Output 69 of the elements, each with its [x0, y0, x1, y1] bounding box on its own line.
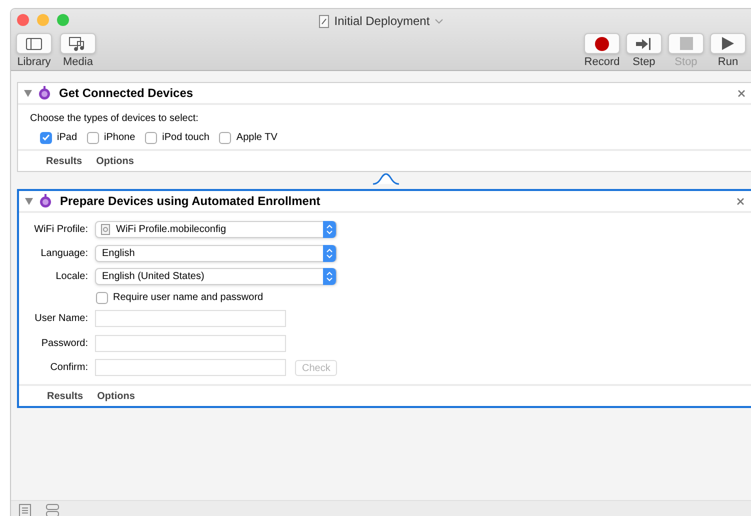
checkbox[interactable]: [219, 132, 232, 144]
text-field[interactable]: [95, 310, 286, 328]
checkbox[interactable]: [145, 132, 158, 144]
toolbar-button[interactable]: [16, 33, 52, 54]
text-field[interactable]: [95, 359, 286, 376]
field-label: Language:: [40, 246, 88, 261]
stepper-arrows-icon: [323, 221, 336, 238]
toolbar-label: Step: [632, 56, 656, 69]
action-card[interactable]: Get Connected Devices Choose the types of devices to select: iPad iPhone iPod touch Apple TV Results Options: [17, 82, 751, 172]
toolbar-button[interactable]: [60, 33, 96, 54]
text-field[interactable]: [95, 334, 286, 352]
connector-icon: [373, 173, 399, 185]
field-label: Password:: [40, 336, 88, 351]
action-footer-tab[interactable]: Options: [97, 388, 135, 404]
record-icon: [595, 36, 609, 50]
action-footer-tab[interactable]: Results: [47, 388, 84, 404]
window-title: Initial Deployment: [334, 13, 430, 30]
stepper-arrows-icon: [323, 268, 336, 286]
toolbar-button[interactable]: [584, 33, 620, 54]
close-icon[interactable]: [738, 90, 745, 96]
stepper-arrows-icon: [323, 244, 336, 262]
checkbox[interactable]: [87, 132, 100, 144]
automator-robot-icon: [39, 194, 52, 208]
checkbox-label: Require user name and password: [113, 291, 264, 305]
action-title: Prepare Devices using Automated Enrollment: [60, 193, 320, 210]
list-icon[interactable]: [19, 504, 31, 516]
rows-icon[interactable]: [46, 504, 59, 516]
toolbar-label: Record: [584, 56, 620, 69]
toolbar-button[interactable]: [626, 33, 662, 54]
action-footer-tab[interactable]: Options: [96, 154, 134, 168]
disclosure-triangle-icon[interactable]: [24, 90, 32, 96]
checkbox-label: iPad: [57, 131, 78, 145]
action-footer-tab[interactable]: Results: [46, 154, 82, 168]
popup-menu[interactable]: WiFi Profile.mobileconfig: [95, 221, 337, 238]
toolbar-label: Library: [17, 56, 51, 69]
document-icon: [101, 224, 110, 236]
chevron-down-icon[interactable]: [434, 18, 443, 24]
step-icon: [636, 38, 652, 50]
field-label: User Name:: [34, 312, 88, 326]
disclosure-triangle-icon[interactable]: [25, 198, 33, 204]
popup-value: English: [102, 246, 135, 261]
action-title: Get Connected Devices: [59, 85, 194, 102]
popup-menu[interactable]: English: [95, 244, 337, 262]
checkbox[interactable]: [96, 292, 108, 304]
popup-value: English (United States): [102, 270, 204, 284]
popup-value: WiFi Profile.mobileconfig: [116, 223, 226, 238]
field-label: Confirm:: [49, 361, 88, 376]
checkbox[interactable]: [40, 132, 52, 144]
window-control[interactable]: [17, 14, 29, 26]
toolbar-button[interactable]: [710, 33, 746, 54]
stop-icon: [680, 37, 692, 50]
toolbar-label: Media: [63, 56, 93, 69]
prompt-text: Choose the types of devices to select:: [30, 112, 200, 126]
sidebar-icon: [26, 38, 42, 50]
checkbox-label: Apple TV: [236, 131, 278, 145]
play-icon: [722, 37, 734, 50]
action-card[interactable]: [17, 189, 751, 408]
popup-menu[interactable]: English (United States): [95, 268, 337, 286]
document-icon: [319, 14, 330, 28]
music-note-icon: [69, 36, 87, 50]
toolbar-label: Run: [718, 56, 738, 69]
checkmark-icon: [42, 134, 50, 141]
automator-robot-icon: [38, 86, 51, 100]
checkbox-label: iPod touch: [162, 131, 210, 145]
window-control[interactable]: [57, 14, 69, 26]
field-label: WiFi Profile:: [33, 223, 88, 238]
close-icon[interactable]: [737, 198, 744, 204]
field-label: Locale:: [54, 270, 88, 284]
checkbox-label: iPhone: [104, 131, 136, 145]
